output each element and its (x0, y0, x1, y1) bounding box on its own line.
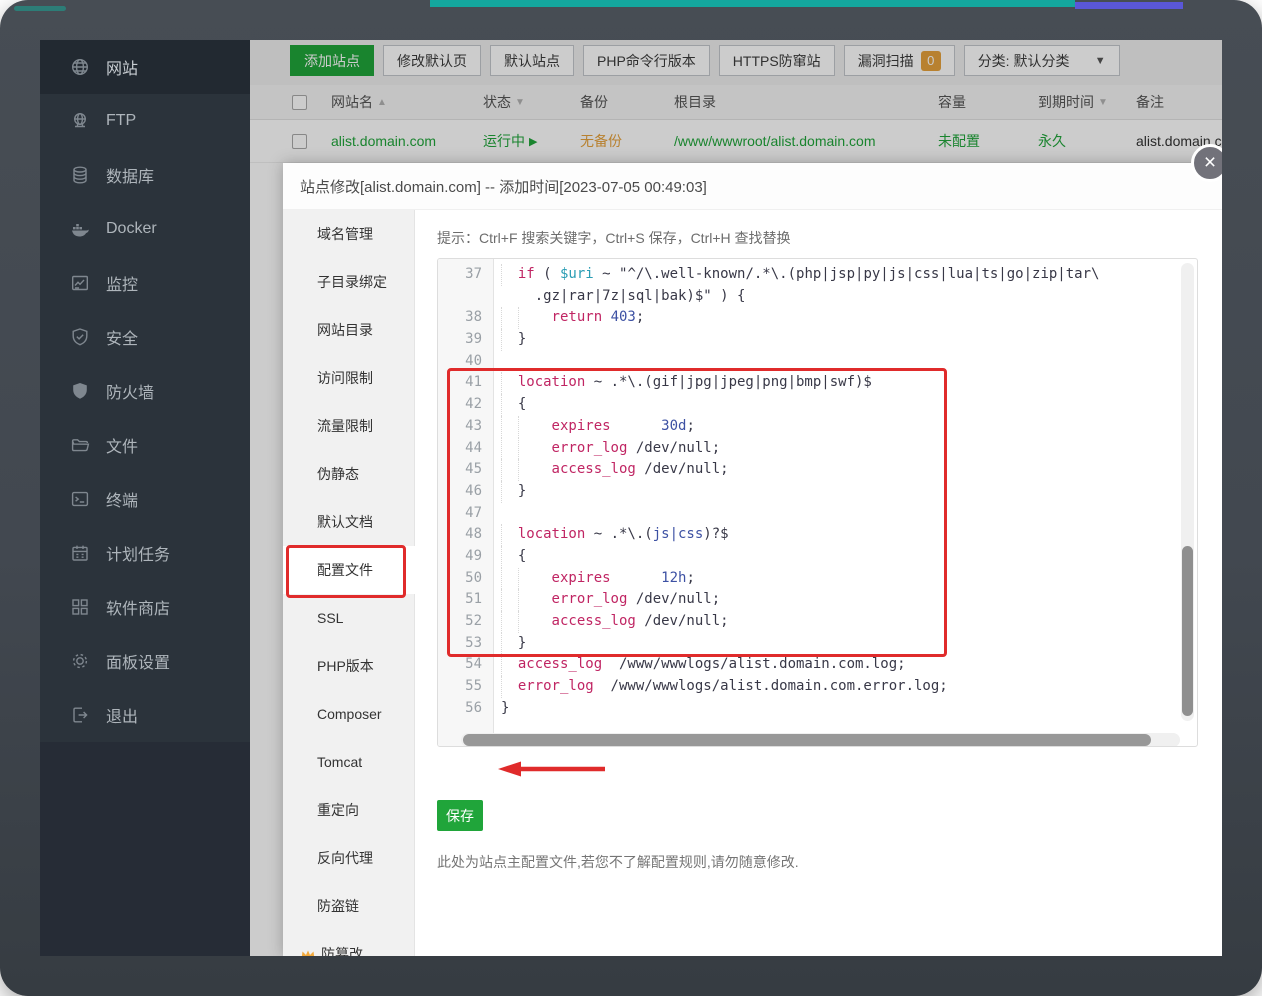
gear-icon (70, 651, 90, 671)
terminal-icon (70, 489, 90, 509)
crown-icon (300, 948, 316, 957)
modal-menu-tamper-proof[interactable]: 防篡改 (283, 930, 414, 956)
sidebar-item-label: FTP (106, 112, 136, 130)
sidebar-item-label: 安全 (106, 325, 138, 349)
sidebar-item-label: 面板设置 (106, 649, 170, 673)
modal-menu-config-file[interactable]: 配置文件 (283, 546, 415, 594)
sidebar-item-appstore[interactable]: 软件商店 (40, 580, 250, 634)
editor-horizontal-scrollbar[interactable] (461, 733, 1180, 747)
sidebar-item-label: 防火墙 (106, 379, 154, 403)
modal-menu-default-doc[interactable]: 默认文档 (283, 498, 414, 546)
modal-menu-redirect[interactable]: 重定向 (283, 786, 414, 834)
sidebar-item-ftp[interactable]: FTP (40, 94, 250, 148)
code-lines: 37if ( $uri ~ "^/\.well-known/.*\.(php|j… (438, 264, 1197, 719)
frame-accent-teal-small (14, 6, 66, 11)
modal-menu-site-dir[interactable]: 网站目录 (283, 306, 414, 354)
site-edit-modal: 站点修改[alist.domain.com] -- 添加时间[2023-07-0… (283, 163, 1222, 956)
modal-menu-domain[interactable]: 域名管理 (283, 210, 414, 258)
editor-hint: 提示：Ctrl+F 搜索关键字，Ctrl+S 保存，Ctrl+H 查找替换 (437, 228, 791, 248)
sidebar-item-label: 数据库 (106, 163, 154, 187)
modal-menu-reverse-proxy[interactable]: 反向代理 (283, 834, 414, 882)
docker-icon (70, 219, 90, 239)
sidebar-item-panel-settings[interactable]: 面板设置 (40, 634, 250, 688)
sidebar-item-websites[interactable]: 网站 (40, 40, 250, 94)
shield-icon (70, 381, 90, 401)
modal-menu: 域名管理 子目录绑定 网站目录 访问限制 流量限制 伪静态 默认文档 配置文件 … (283, 210, 415, 956)
vertical-scroll-thumb[interactable] (1182, 546, 1193, 716)
modal-body: 提示：Ctrl+F 搜索关键字，Ctrl+S 保存，Ctrl+H 查找替换 37… (415, 210, 1222, 956)
save-button[interactable]: 保存 (437, 800, 483, 831)
modal-menu-rewrite[interactable]: 伪静态 (283, 450, 414, 498)
ftp-icon (70, 111, 90, 131)
grid-icon (70, 597, 90, 617)
sidebar-item-label: 计划任务 (106, 541, 170, 565)
horizontal-scroll-thumb[interactable] (463, 734, 1151, 746)
panel-window: 网站 FTP 数据库 Docker 监控 (40, 40, 1222, 956)
config-footer-note: 此处为站点主配置文件,若您不了解配置规则,请勿随意修改. (437, 852, 799, 872)
sidebar-item-label: 软件商店 (106, 595, 170, 619)
modal-menu-subdir[interactable]: 子目录绑定 (283, 258, 414, 306)
screenshot-frame: 网站 FTP 数据库 Docker 监控 (0, 0, 1262, 996)
sidebar-item-label: 退出 (106, 703, 138, 727)
sidebar: 网站 FTP 数据库 Docker 监控 (40, 40, 250, 956)
modal-menu-tomcat[interactable]: Tomcat (283, 738, 414, 786)
sidebar-item-files[interactable]: 文件 (40, 418, 250, 472)
shield-check-icon (70, 327, 90, 347)
sidebar-item-security[interactable]: 安全 (40, 310, 250, 364)
monitor-icon (70, 273, 90, 293)
close-icon[interactable]: × (1191, 144, 1222, 182)
sidebar-item-cron[interactable]: 计划任务 (40, 526, 250, 580)
sidebar-item-label: 监控 (106, 271, 138, 295)
modal-menu-anti-leech[interactable]: 防盗链 (283, 882, 414, 930)
globe-icon (70, 57, 90, 77)
sidebar-item-database[interactable]: 数据库 (40, 148, 250, 202)
sidebar-item-logout[interactable]: 退出 (40, 688, 250, 742)
modal-menu-traffic-limit[interactable]: 流量限制 (283, 402, 414, 450)
sidebar-item-label: Docker (106, 220, 157, 238)
calendar-icon (70, 543, 90, 563)
modal-menu-php-version[interactable]: PHP版本 (283, 642, 414, 690)
frame-accent-teal (430, 0, 1075, 7)
sidebar-item-firewall[interactable]: 防火墙 (40, 364, 250, 418)
sidebar-item-label: 终端 (106, 487, 138, 511)
sidebar-item-docker[interactable]: Docker (40, 202, 250, 256)
folder-icon (70, 435, 90, 455)
sidebar-item-label: 文件 (106, 433, 138, 457)
editor-vertical-scrollbar[interactable] (1181, 263, 1194, 721)
logout-icon (70, 705, 90, 725)
database-icon (70, 165, 90, 185)
modal-menu-access-limit[interactable]: 访问限制 (283, 354, 414, 402)
frame-accent-purple (1075, 2, 1183, 9)
modal-title: 站点修改[alist.domain.com] -- 添加时间[2023-07-0… (283, 163, 1222, 210)
sidebar-item-terminal[interactable]: 终端 (40, 472, 250, 526)
config-editor[interactable]: 37if ( $uri ~ "^/\.well-known/.*\.(php|j… (437, 258, 1198, 747)
sidebar-item-label: 网站 (106, 55, 138, 79)
modal-menu-composer[interactable]: Composer (283, 690, 414, 738)
sidebar-item-monitor[interactable]: 监控 (40, 256, 250, 310)
modal-menu-ssl[interactable]: SSL (283, 594, 414, 642)
